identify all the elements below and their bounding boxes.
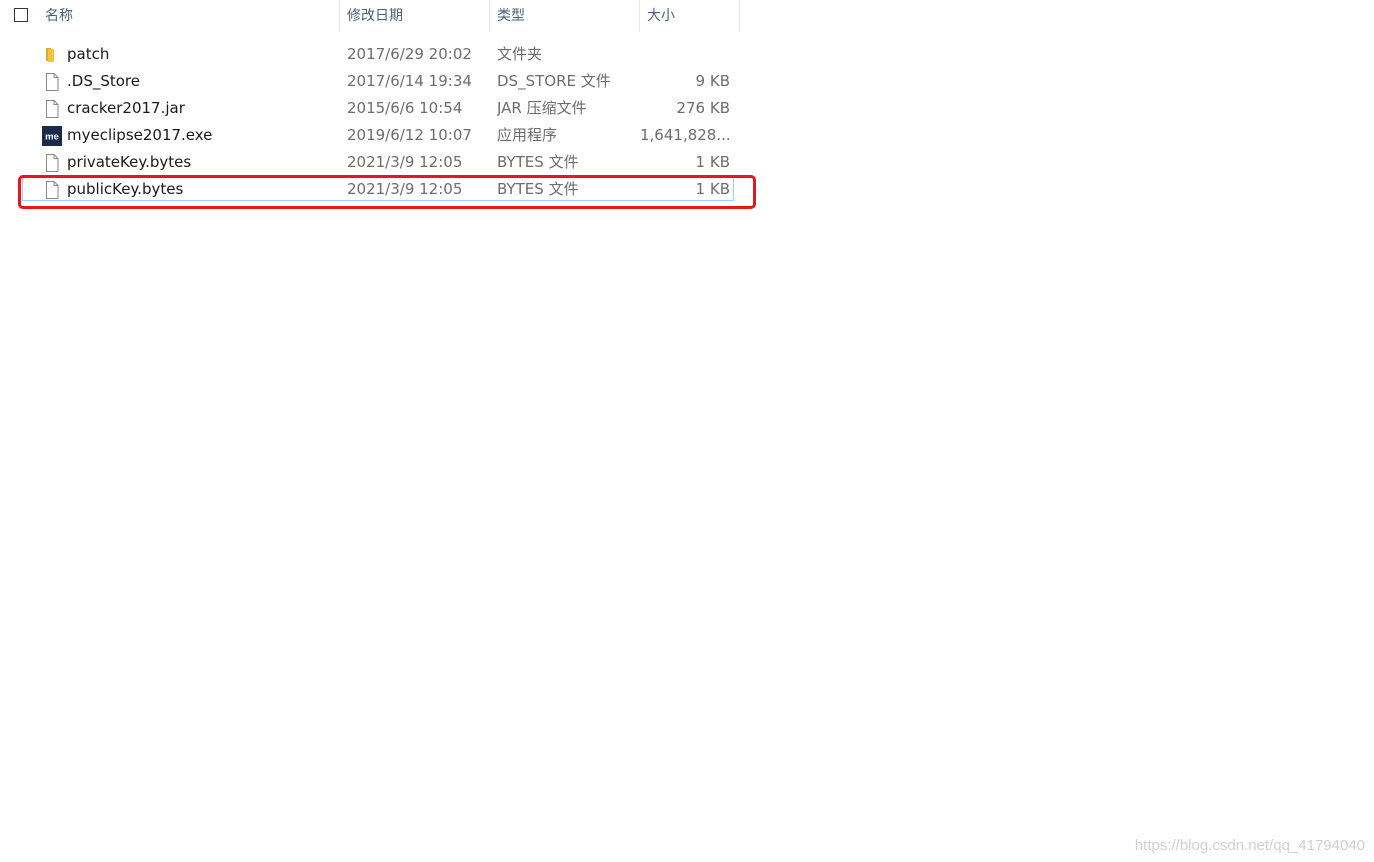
column-header-size-label: 大小 — [647, 8, 675, 24]
file-explorer: 名称 ^ 修改日期 类型 大小 patch 2017/6/29 20:02 文件… — [0, 0, 1374, 862]
file-type: JAR 压缩文件 — [497, 99, 587, 117]
file-name: myeclipse2017.exe — [67, 126, 213, 144]
column-header-name-label: 名称 — [45, 8, 73, 24]
file-row[interactable]: .DS_Store 2017/6/14 19:34 DS_STORE 文件 9 … — [0, 68, 740, 95]
file-name: .DS_Store — [67, 72, 140, 90]
file-row[interactable]: privateKey.bytes 2021/3/9 12:05 BYTES 文件… — [0, 149, 740, 176]
column-header-name[interactable]: 名称 — [37, 0, 339, 32]
column-header-type-label: 类型 — [497, 8, 525, 24]
column-header-modified-label: 修改日期 — [347, 8, 403, 24]
file-size: 1,641,828... — [640, 126, 730, 144]
file-type: 文件夹 — [497, 45, 543, 63]
file-modified: 2021/3/9 12:05 — [347, 153, 463, 171]
file-row[interactable]: me myeclipse2017.exe 2019/6/12 10:07 应用程… — [0, 122, 740, 149]
file-size: 1 KB — [695, 153, 730, 171]
file-row[interactable]: patch 2017/6/29 20:02 文件夹 — [0, 41, 740, 68]
file-icon — [46, 73, 59, 91]
column-header-size[interactable]: 大小 — [639, 0, 739, 32]
myeclipse-icon-label: me — [45, 132, 59, 143]
select-all-checkbox[interactable] — [14, 8, 28, 22]
file-size: 9 KB — [695, 72, 730, 90]
file-icon — [46, 154, 59, 172]
column-header: 名称 ^ 修改日期 类型 大小 — [0, 0, 740, 32]
red-highlight-box — [18, 175, 756, 209]
folder-icon — [46, 48, 54, 62]
file-modified: 2017/6/14 19:34 — [347, 72, 472, 90]
file-type: BYTES 文件 — [497, 153, 579, 171]
file-size — [640, 41, 730, 68]
file-name: patch — [67, 45, 110, 63]
file-type: 应用程序 — [497, 126, 558, 144]
myeclipse-icon: me — [42, 126, 62, 146]
watermark: https://blog.csdn.net/qq_41794040 — [1134, 837, 1365, 854]
file-row[interactable]: cracker2017.jar 2015/6/6 10:54 JAR 压缩文件 … — [0, 95, 740, 122]
column-divider[interactable] — [739, 0, 740, 32]
file-type: DS_STORE 文件 — [497, 72, 611, 90]
column-header-type[interactable]: 类型 — [489, 0, 639, 32]
file-name: privateKey.bytes — [67, 153, 192, 171]
file-modified: 2019/6/12 10:07 — [347, 126, 472, 144]
file-name: cracker2017.jar — [67, 99, 185, 117]
file-icon — [46, 100, 59, 118]
sort-ascending-icon: ^ — [167, 0, 183, 8]
file-size: 276 KB — [676, 99, 730, 117]
column-header-modified[interactable]: 修改日期 — [339, 0, 489, 32]
file-modified: 2015/6/6 10:54 — [347, 99, 463, 117]
file-modified: 2017/6/29 20:02 — [347, 45, 472, 63]
